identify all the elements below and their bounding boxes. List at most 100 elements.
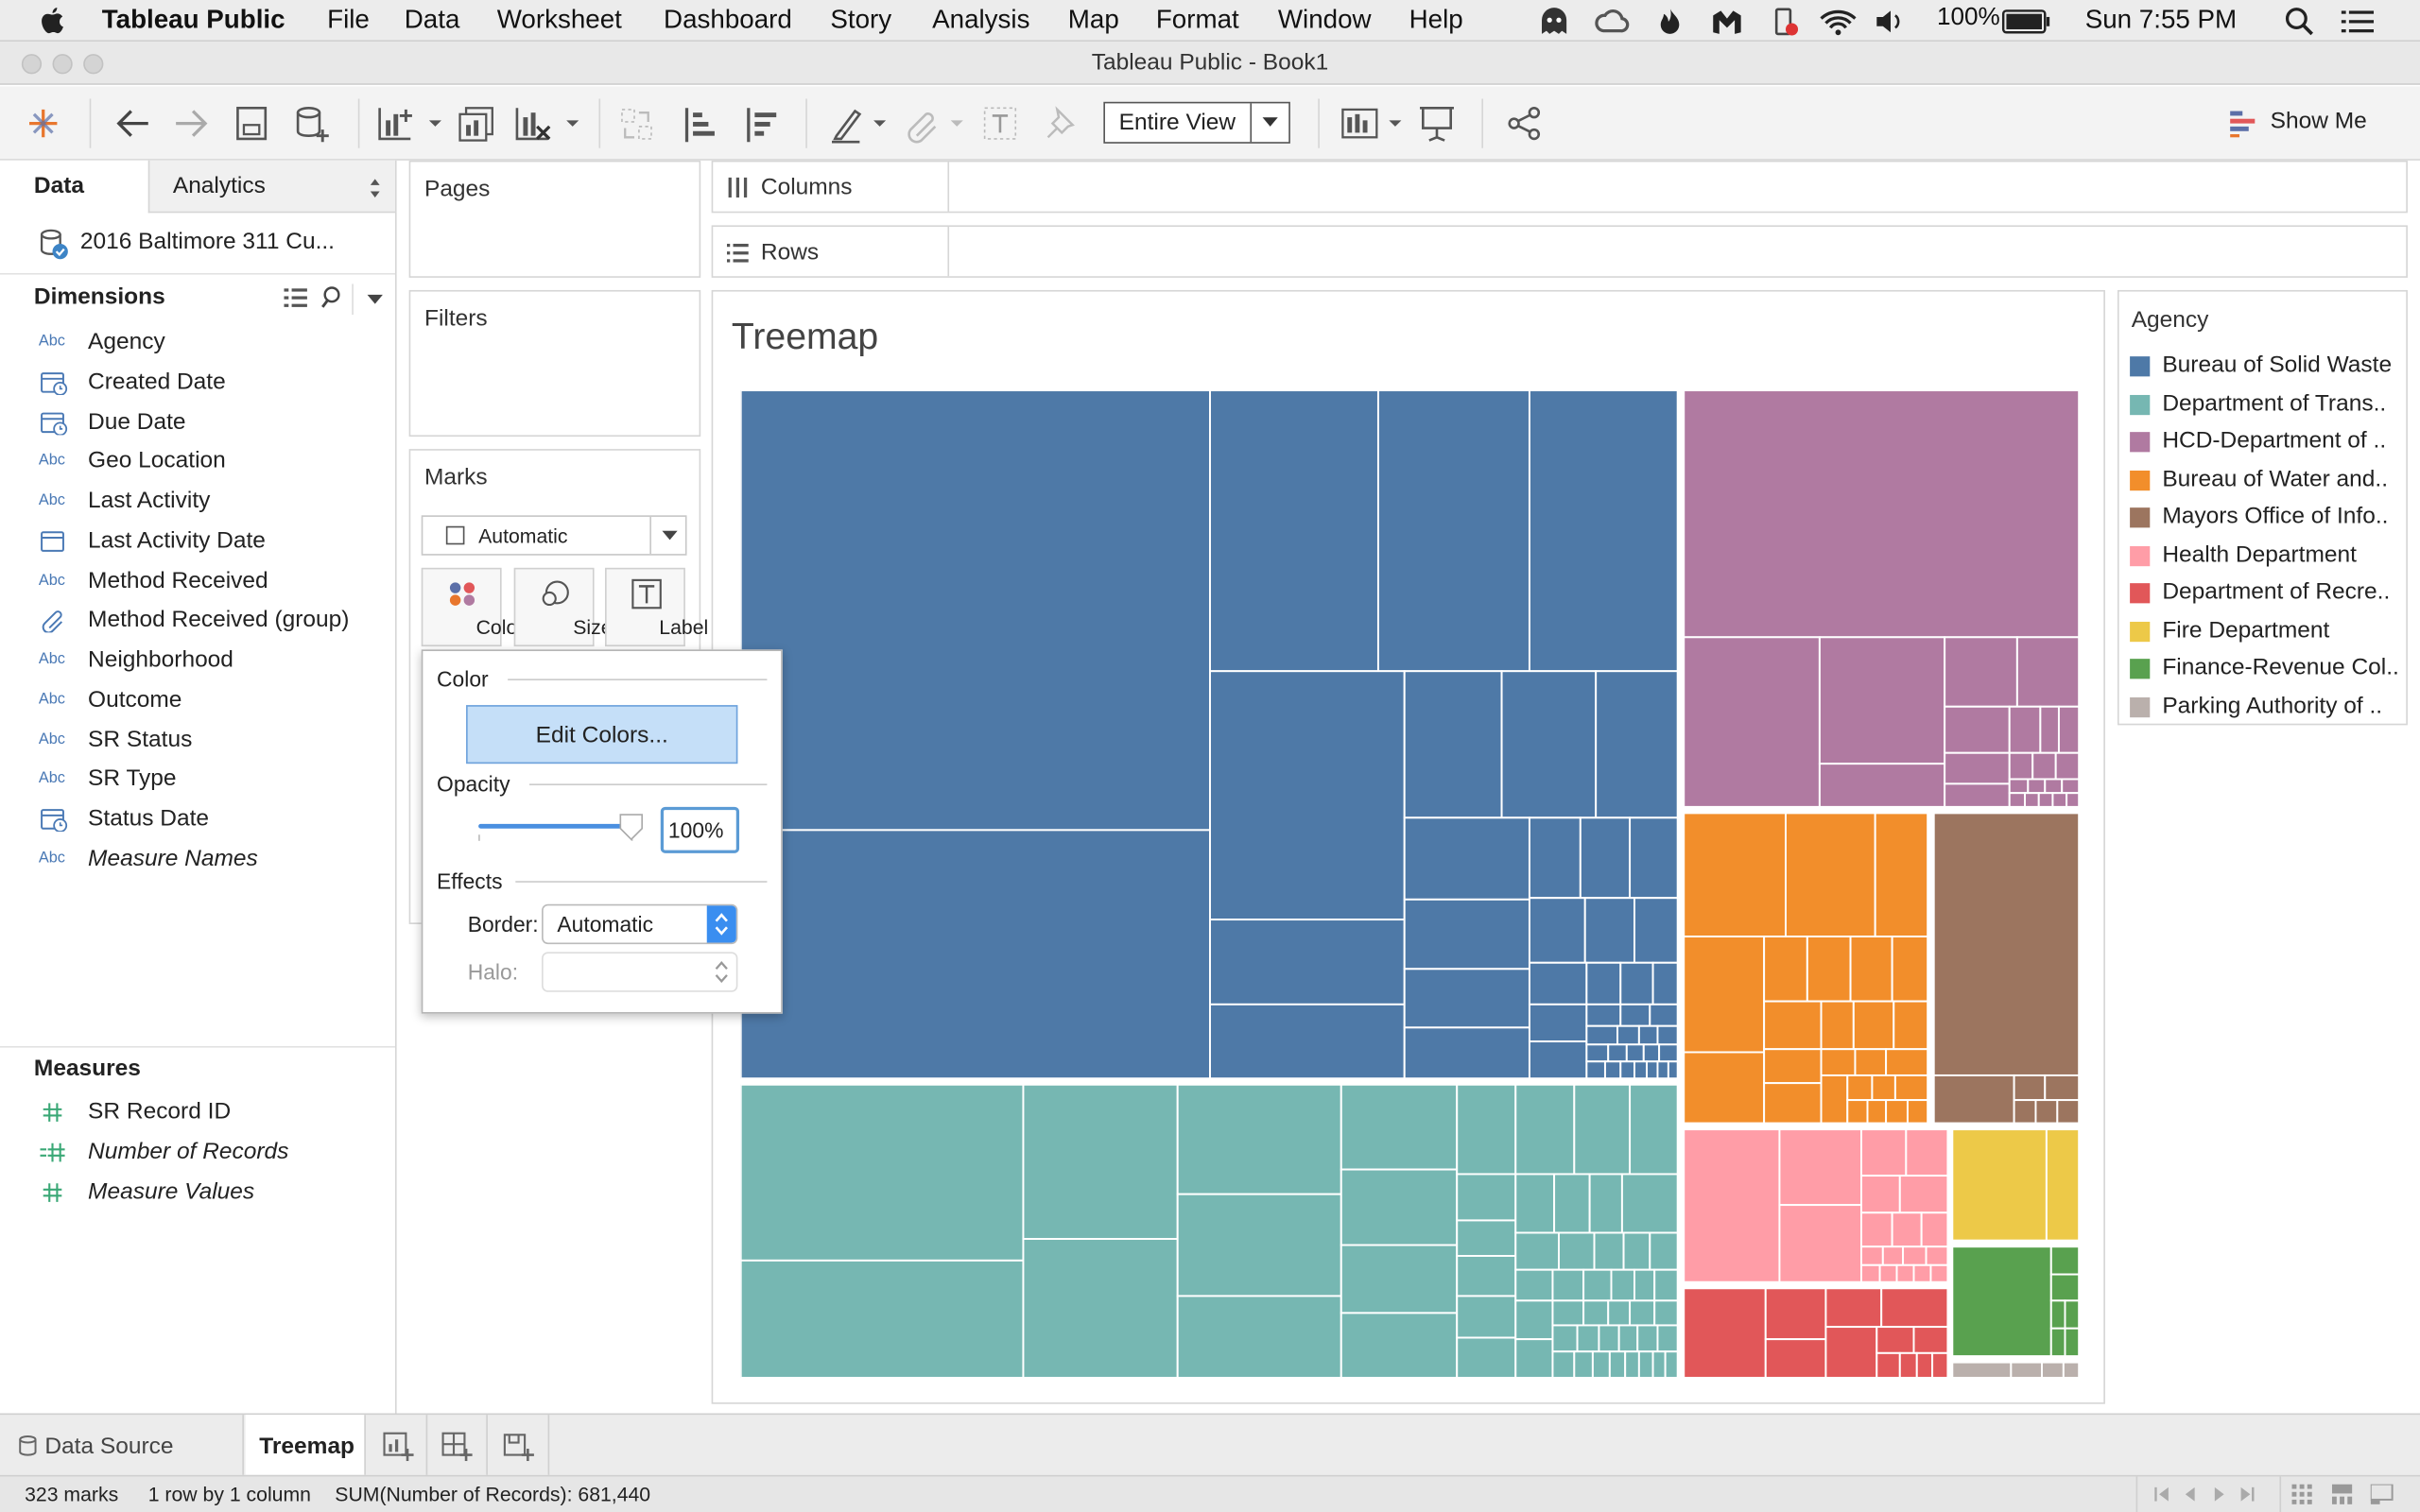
edit-colors-button[interactable]: Edit Colors... bbox=[466, 705, 738, 765]
menu-file[interactable]: File bbox=[327, 5, 370, 36]
new-worksheet-icon[interactable] bbox=[376, 105, 416, 145]
tab-treemap[interactable]: Treemap bbox=[245, 1415, 366, 1475]
treemap-cell[interactable] bbox=[1585, 961, 1622, 1005]
treemap-cell[interactable] bbox=[1906, 1099, 1929, 1125]
treemap-cell[interactable] bbox=[1551, 1268, 1585, 1302]
treemap-cell[interactable] bbox=[1629, 816, 1679, 900]
treemap-cell[interactable] bbox=[2027, 778, 2047, 795]
treemap-cell[interactable] bbox=[2062, 1361, 2081, 1378]
treemap-cell[interactable] bbox=[1456, 1336, 1517, 1378]
treemap-cell[interactable] bbox=[1651, 1350, 1667, 1378]
chevron-down-icon[interactable] bbox=[366, 293, 385, 305]
treemap-cell[interactable] bbox=[1683, 636, 1821, 808]
treemap-cell[interactable] bbox=[1629, 1299, 1656, 1327]
treemap-cell[interactable] bbox=[1514, 1231, 1560, 1271]
legend-item[interactable]: Health Department bbox=[2130, 540, 2408, 574]
clear-sheet-icon[interactable] bbox=[514, 105, 554, 145]
volume-icon[interactable] bbox=[1874, 8, 1908, 35]
treemap-cell[interactable] bbox=[1818, 763, 1946, 808]
treemap-cell[interactable] bbox=[2013, 1099, 2037, 1125]
treemap-cell[interactable] bbox=[1859, 1263, 1881, 1283]
treemap-cell[interactable] bbox=[2064, 1327, 2081, 1358]
legend-item[interactable]: Parking Authority of .. bbox=[2130, 691, 2408, 725]
legend-item[interactable]: Finance-Revenue Col.. bbox=[2130, 653, 2408, 687]
grid-view-icon[interactable] bbox=[2291, 1484, 2313, 1506]
treemap-cell[interactable] bbox=[1500, 670, 1598, 819]
treemap-cell[interactable] bbox=[1616, 1024, 1640, 1046]
treemap-cell[interactable] bbox=[1528, 1003, 1588, 1043]
treemap-cell[interactable] bbox=[1622, 1231, 1651, 1271]
opacity-input[interactable]: 100% bbox=[660, 806, 740, 853]
treemap-cell[interactable] bbox=[1859, 1175, 1901, 1214]
treemap-cell[interactable] bbox=[1944, 705, 2011, 754]
treemap-cell[interactable] bbox=[1456, 1295, 1517, 1339]
treemap-cell[interactable] bbox=[1514, 1083, 1576, 1176]
treemap-cell[interactable] bbox=[1637, 1350, 1654, 1378]
treemap-cell[interactable] bbox=[1573, 1083, 1632, 1176]
battery-alert-icon[interactable] bbox=[1772, 7, 1799, 38]
treemap-cell[interactable] bbox=[2039, 705, 2060, 754]
spotlight-search-icon[interactable] bbox=[2284, 7, 2315, 38]
new-story-icon[interactable] bbox=[502, 1430, 536, 1462]
treemap-cell[interactable] bbox=[1649, 1003, 1679, 1027]
sheet-navigation-icons[interactable] bbox=[2154, 1486, 2272, 1504]
menu-worksheet[interactable]: Worksheet bbox=[497, 5, 622, 36]
treemap-cell[interactable] bbox=[2049, 1299, 2066, 1330]
treemap-cell[interactable] bbox=[1528, 816, 1582, 900]
treemap-cell[interactable] bbox=[1514, 1338, 1554, 1378]
treemap-cell[interactable] bbox=[1209, 670, 1406, 921]
border-select[interactable]: Automatic bbox=[542, 903, 738, 945]
treemap-cell[interactable] bbox=[1376, 390, 1530, 673]
menu-help[interactable]: Help bbox=[1409, 5, 1463, 36]
treemap-cell[interactable] bbox=[1585, 1003, 1622, 1027]
treemap-cell[interactable] bbox=[1653, 1268, 1679, 1302]
treemap-cell[interactable] bbox=[1022, 1238, 1179, 1378]
dimension-field[interactable]: Due Date bbox=[0, 404, 395, 440]
measure-field[interactable]: Measure Values bbox=[0, 1174, 395, 1211]
treemap-cell[interactable] bbox=[1403, 1026, 1530, 1080]
legend-item[interactable]: HCD-Department of .. bbox=[2130, 426, 2408, 460]
treemap-cell[interactable] bbox=[1617, 1324, 1639, 1353]
chevron-down-icon[interactable] bbox=[427, 119, 442, 129]
filters-card[interactable]: Filters bbox=[408, 289, 701, 438]
treemap-cell[interactable] bbox=[1629, 1083, 1679, 1176]
filmstrip-view-icon[interactable] bbox=[2331, 1484, 2354, 1506]
treemap-cell[interactable] bbox=[1784, 812, 1876, 937]
treemap-cell[interactable] bbox=[1866, 1099, 1888, 1125]
chevron-down-icon[interactable] bbox=[949, 119, 964, 129]
treemap-cell[interactable] bbox=[1633, 1060, 1649, 1080]
ghost-icon[interactable] bbox=[1537, 7, 1571, 38]
save-icon[interactable] bbox=[234, 105, 268, 142]
dimension-field[interactable]: Method Received (group) bbox=[0, 602, 395, 639]
treemap-cell[interactable] bbox=[1633, 897, 1679, 964]
treemap-cell[interactable] bbox=[1340, 1312, 1459, 1378]
dimension-field[interactable]: Abc Method Received bbox=[0, 562, 395, 599]
treemap-cell[interactable] bbox=[1824, 1287, 1883, 1329]
treemap-cell[interactable] bbox=[1514, 1299, 1554, 1341]
treemap-cell[interactable] bbox=[1683, 1128, 1781, 1283]
menu-story[interactable]: Story bbox=[830, 5, 891, 36]
treemap-cell[interactable] bbox=[740, 1259, 1025, 1378]
treemap-cell[interactable] bbox=[1820, 1074, 1849, 1125]
malwarebytes-icon[interactable] bbox=[1710, 8, 1744, 35]
dimension-field[interactable]: Status Date bbox=[0, 800, 395, 837]
treemap-cell[interactable] bbox=[1898, 1351, 1918, 1378]
treemap-cell[interactable] bbox=[1881, 1246, 1905, 1266]
treemap-cell[interactable] bbox=[2064, 1299, 2081, 1330]
treemap-cell[interactable] bbox=[1557, 1231, 1596, 1271]
show-cards-icon[interactable] bbox=[1340, 105, 1383, 142]
treemap-cell[interactable] bbox=[1637, 1024, 1659, 1046]
pages-card[interactable]: Pages bbox=[408, 160, 701, 278]
treemap-cell[interactable] bbox=[1633, 1268, 1656, 1302]
treemap-cell[interactable] bbox=[1514, 1173, 1556, 1234]
treemap-cell[interactable] bbox=[2049, 1327, 2066, 1358]
legend-item[interactable]: Bureau of Water and.. bbox=[2130, 464, 2408, 498]
treemap-cell[interactable] bbox=[1846, 1074, 1874, 1102]
treemap-cell[interactable] bbox=[1403, 670, 1503, 819]
new-data-source-icon[interactable] bbox=[293, 105, 333, 145]
treemap-cell[interactable] bbox=[1656, 1324, 1679, 1353]
treemap-cell[interactable] bbox=[1876, 1351, 1901, 1378]
treemap-cell[interactable] bbox=[2057, 705, 2081, 754]
dimension-field[interactable]: Abc Geo Location bbox=[0, 443, 395, 480]
treemap-cell[interactable] bbox=[1859, 1211, 1893, 1248]
